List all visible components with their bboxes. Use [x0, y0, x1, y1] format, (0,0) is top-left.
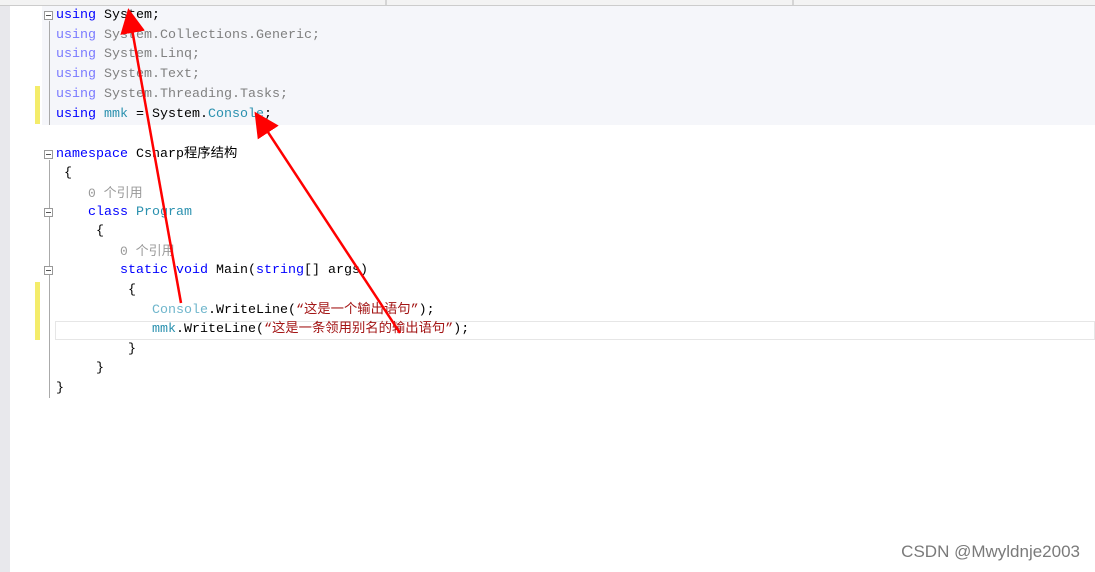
annotation-arrows [120, 8, 402, 334]
arrow-to-system [120, 8, 183, 304]
arrow-to-console [254, 111, 402, 334]
watermark: CSDN @Mwyldnje2003 [901, 542, 1080, 561]
